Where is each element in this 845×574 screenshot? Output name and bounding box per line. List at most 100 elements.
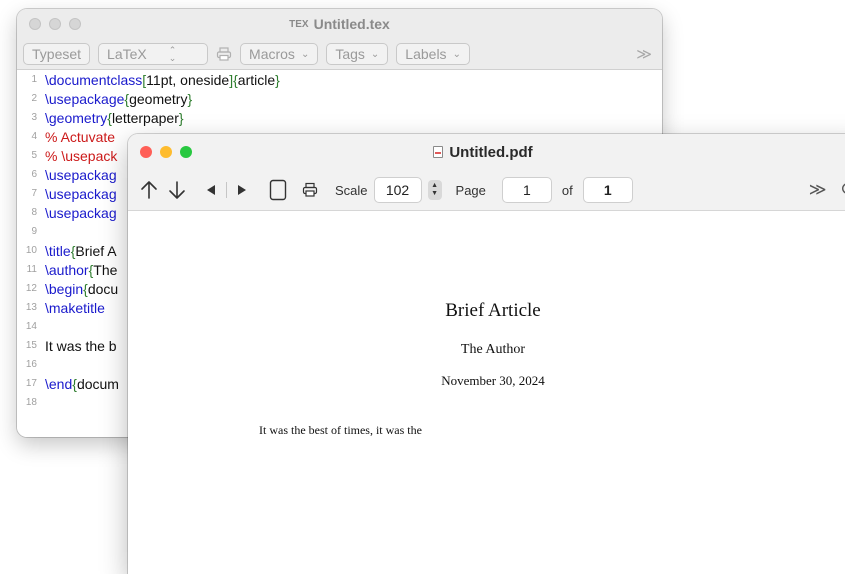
- line-code: % Actuvate: [45, 129, 115, 145]
- chevron-down-icon: ⌄: [300, 48, 310, 60]
- previous-page-icon[interactable]: [202, 184, 220, 196]
- code-token: The: [93, 261, 118, 278]
- code-token: \geometry: [45, 109, 108, 126]
- macros-menu[interactable]: Macros ⌄: [240, 43, 319, 65]
- line-number: 7: [31, 188, 37, 199]
- tags-label: Tags: [335, 46, 365, 62]
- macros-label: Macros: [249, 46, 295, 62]
- editor-line[interactable]: 2 \usepackage{geometry}: [17, 89, 662, 108]
- code-token: geometry: [129, 90, 188, 107]
- arrow-down-icon[interactable]: [166, 180, 188, 200]
- toolbar-overflow-icon[interactable]: ≫: [809, 180, 827, 200]
- zoom-button[interactable]: [180, 146, 192, 158]
- search-icon[interactable]: [841, 182, 845, 198]
- toolbar-divider: [226, 182, 227, 198]
- code-token: \author: [45, 261, 89, 278]
- line-code: \usepackag: [45, 205, 117, 221]
- page-label: Page: [455, 182, 486, 198]
- arrow-up-icon[interactable]: [138, 180, 160, 200]
- editor-line[interactable]: 3 \geometry{letterpaper}: [17, 108, 662, 127]
- line-code: It was the b: [45, 338, 117, 354]
- code-token: \end: [45, 375, 73, 392]
- tex-title-label: Untitled.tex: [313, 16, 390, 32]
- pdf-page[interactable]: Brief Article The Author November 30, 20…: [128, 211, 845, 574]
- tex-file-icon: TEX: [289, 18, 309, 30]
- pdf-preview-window[interactable]: Untitled.pdf Scale 102 ▲▼ Page 1 of 1 ≫: [128, 134, 845, 574]
- document-body-text: It was the best of times, it was the: [259, 423, 422, 437]
- code-token: \usepackag: [45, 166, 117, 183]
- chevron-down-icon: ⌄: [452, 48, 461, 60]
- scale-stepper-icon[interactable]: ▲ ▼: [427, 180, 442, 200]
- page-input[interactable]: 1: [501, 177, 552, 203]
- chevron-down-icon: ⌄: [370, 48, 380, 60]
- line-code: % \usepack: [45, 148, 117, 164]
- window-controls: [29, 18, 81, 30]
- document-author: The Author: [460, 342, 526, 357]
- minimize-button[interactable]: [160, 146, 172, 158]
- code-token: % \usepack: [45, 147, 118, 164]
- line-number: 8: [31, 207, 37, 218]
- code-token: docum: [76, 375, 119, 392]
- total-pages-field: 1: [582, 177, 633, 203]
- tex-titlebar[interactable]: TEX Untitled.tex: [17, 9, 662, 39]
- print-icon[interactable]: [297, 182, 323, 198]
- editor-line[interactable]: 1 \documentclass[11pt, oneside]{article}: [17, 70, 662, 89]
- code-token: \documentclass: [45, 71, 143, 88]
- minimize-button[interactable]: [49, 18, 61, 30]
- code-token: \usepackag: [45, 204, 117, 221]
- line-code: \end{docum: [45, 376, 119, 392]
- labels-menu[interactable]: Labels ⌄: [396, 43, 470, 65]
- line-code: \geometry{letterpaper}: [45, 110, 184, 126]
- line-code: \begin{docu: [45, 281, 118, 297]
- line-number: 18: [25, 397, 37, 408]
- code-token: Brief A: [75, 242, 117, 259]
- single-page-icon[interactable]: [265, 179, 291, 201]
- line-number: 5: [31, 150, 37, 161]
- toolbar-overflow-icon[interactable]: ≫: [636, 45, 652, 63]
- code-token: docu: [87, 280, 119, 297]
- line-number: 10: [25, 245, 37, 256]
- window-controls: [140, 146, 192, 158]
- line-number: 3: [31, 112, 37, 123]
- line-number: 2: [31, 93, 37, 104]
- close-button[interactable]: [140, 146, 152, 158]
- tex-window-title: TEX Untitled.tex: [289, 16, 390, 32]
- pdf-titlebar[interactable]: Untitled.pdf: [128, 134, 845, 170]
- pdf-toolbar: Scale 102 ▲ ▼ Page 1 of 1 ≫: [128, 170, 845, 211]
- line-number: 11: [26, 264, 37, 275]
- zoom-button[interactable]: [69, 18, 81, 30]
- pdf-title-label: Untitled.pdf: [449, 143, 533, 161]
- tex-toolbar: Typeset LaTeX ⌃ ⌄ Macros ⌄ Tags ⌄ Labels …: [17, 39, 662, 70]
- line-code: \author{The: [45, 262, 117, 278]
- line-number: 6: [31, 169, 37, 180]
- updown-chevron-icon: ⌃ ⌄: [168, 45, 177, 63]
- scale-label: Scale: [335, 182, 368, 198]
- line-number: 15: [25, 340, 37, 351]
- labels-label: Labels: [405, 46, 447, 62]
- line-code: \title{Brief A: [45, 243, 117, 259]
- code-token: \title: [45, 242, 71, 259]
- line-number: 13: [25, 302, 37, 313]
- close-button[interactable]: [29, 18, 41, 30]
- code-token: \begin: [45, 280, 84, 297]
- code-token: \usepackag: [45, 185, 117, 202]
- code-token: \maketitle: [45, 299, 105, 316]
- code-token: % Actuvate: [45, 128, 116, 145]
- line-number: 17: [25, 378, 37, 389]
- typeset-label: Typeset: [32, 46, 82, 62]
- engine-select[interactable]: LaTeX ⌃ ⌄: [98, 43, 209, 65]
- line-number: 9: [31, 226, 37, 237]
- typeset-button[interactable]: Typeset: [23, 43, 91, 65]
- scale-input[interactable]: 102: [373, 177, 422, 203]
- line-number: 12: [25, 283, 37, 294]
- print-icon[interactable]: [216, 47, 232, 61]
- engine-value: LaTeX: [107, 46, 147, 62]
- code-token: \usepackage: [45, 90, 125, 107]
- tags-menu[interactable]: Tags ⌄: [326, 43, 389, 65]
- code-token: }: [187, 90, 193, 107]
- pdf-window-title: Untitled.pdf: [433, 143, 533, 161]
- code-token: ]{: [229, 71, 238, 88]
- code-token: letterpaper: [111, 109, 179, 126]
- next-page-icon[interactable]: [233, 184, 251, 196]
- of-label: of: [561, 182, 573, 198]
